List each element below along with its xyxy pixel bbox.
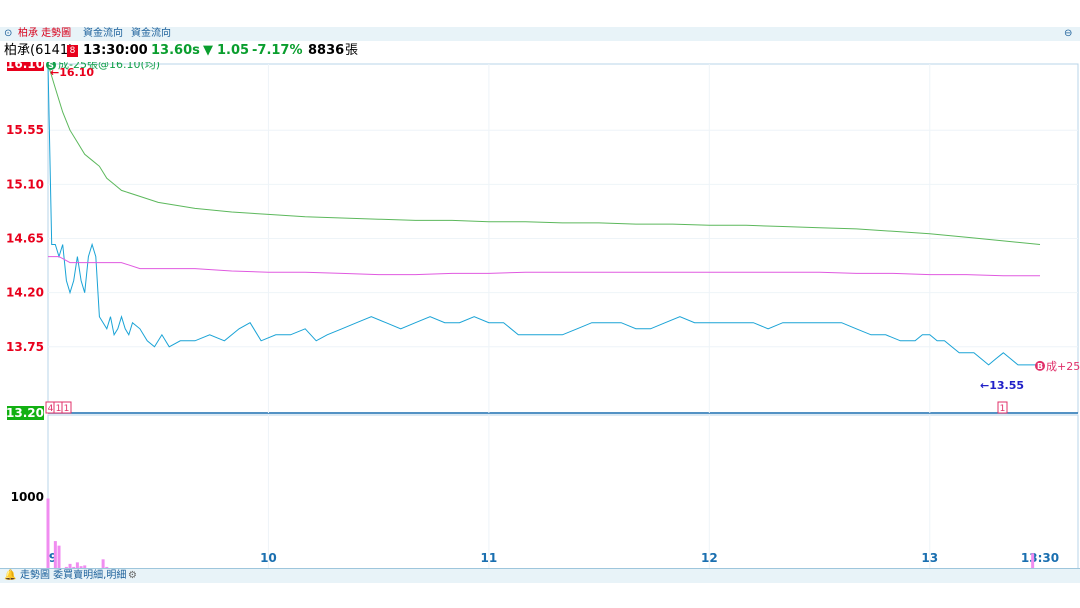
quote-time: 13:30:00 — [83, 43, 148, 58]
price-tick-label: 14.65 — [6, 232, 44, 246]
volume-bar — [53, 541, 57, 568]
time-tick-label: 13 — [921, 551, 938, 565]
stock-name: 柏承(6141) — [4, 43, 74, 58]
trade-marker-label: 4 — [48, 404, 54, 414]
tab-fund-flow-2[interactable]: 資金流向 — [131, 27, 171, 41]
zoom-icon[interactable]: ⊖ — [1064, 27, 1072, 41]
tab-fund-flow-1[interactable]: 資金流向 — [83, 27, 123, 41]
quote-chart-window: ⊙ 柏承 走勢圖 資金流向 資金流向 ⊖ 柏承(6141) 8 13:30:00… — [0, 27, 1080, 583]
time-tick-label: 11 — [481, 551, 498, 565]
trade-marker-label: 1 — [1000, 404, 1006, 414]
price-change-percent: -7.17% — [252, 43, 303, 58]
volume-bar — [101, 559, 105, 568]
volume-tick-label: 1000 — [11, 490, 44, 504]
price-change: 1.05 — [217, 43, 250, 58]
time-tick-label: 13:30 — [1021, 551, 1059, 565]
volume-bar — [46, 498, 50, 568]
market-badge: 8 — [67, 45, 78, 57]
volume-unit: 張 — [345, 43, 359, 58]
gear-icon[interactable]: ⚙ — [128, 569, 137, 583]
price-tick-label: 15.10 — [6, 177, 44, 191]
low-label: ←13.55 — [980, 379, 1024, 392]
price-tick-label: 14.20 — [6, 286, 44, 300]
down-arrow-icon: ▼ — [203, 43, 213, 58]
tab-trend-chart[interactable]: 柏承 走勢圖 — [18, 27, 71, 41]
buy-icon-label: B — [1037, 362, 1043, 371]
volume-bar — [57, 545, 61, 568]
total-volume: 8836 — [308, 43, 345, 58]
time-tick-label: 12 — [701, 551, 718, 565]
trade-marker-label: 1 — [64, 404, 70, 414]
volume-bar — [1031, 553, 1035, 568]
time-tick-label: 10 — [260, 551, 277, 565]
high-label: ←16.10 — [50, 66, 94, 79]
quote-info-bar: 柏承(6141) 8 13:30:00 13.60s ▼ 1.05 -7.17%… — [0, 41, 1080, 61]
price-tick-label: 16.10 — [6, 62, 44, 71]
buy-label: 成+25 — [1046, 360, 1080, 373]
price-tick-label: 13.75 — [6, 340, 44, 354]
price-tick-label: 13.20 — [6, 406, 44, 420]
intraday-chart[interactable]: 16.10 15.55 15.10 14.65 14.20 13.75 13.20 1000… — [0, 62, 1080, 568]
bottom-tab-bar: 🔔 走勢圖 委買賣明細,明細 ⚙ — [0, 568, 1080, 583]
collapse-icon[interactable]: ⊙ — [4, 27, 12, 41]
price-tick-label: 15.55 — [6, 123, 44, 137]
last-price: 13.60s — [151, 43, 200, 58]
tab-bar: ⊙ 柏承 走勢圖 資金流向 資金流向 ⊖ — [0, 27, 1080, 42]
bottom-tab-label[interactable]: 走勢圖 委買賣明細,明細 — [4, 569, 126, 583]
trade-marker-label: 1 — [56, 404, 62, 414]
